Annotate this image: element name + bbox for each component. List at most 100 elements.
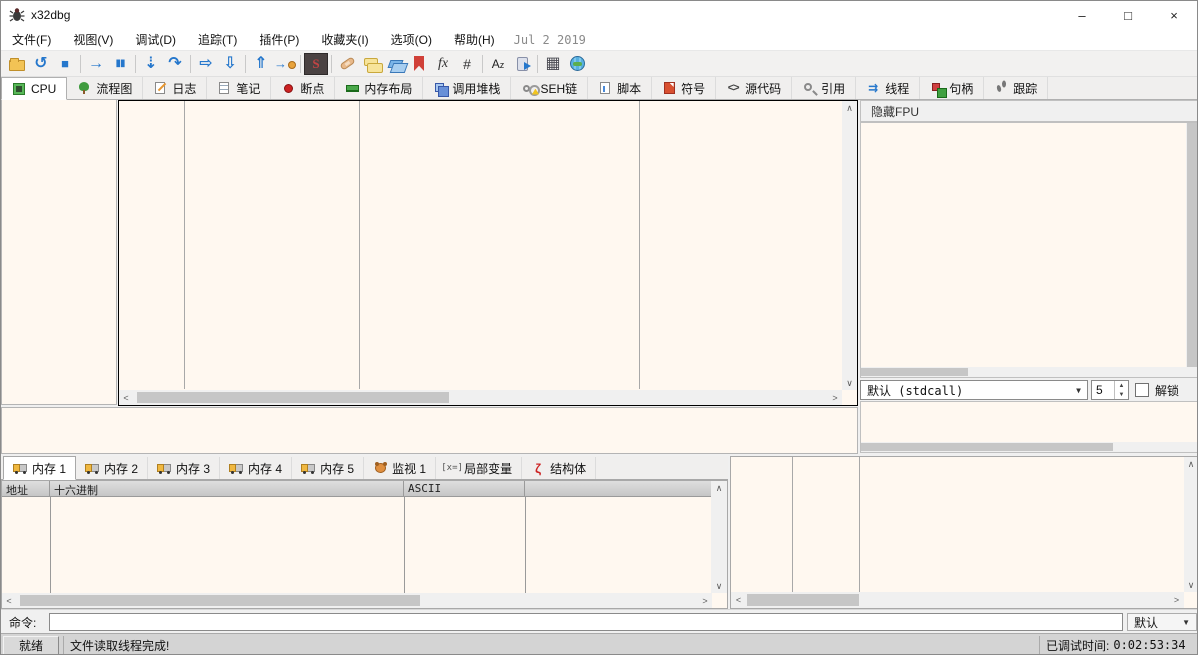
run-to-user-code-button[interactable]: →	[273, 53, 297, 75]
menu-help[interactable]: 帮助(H)	[443, 29, 506, 51]
memory-dump-view[interactable]: 地址 十六进制 ASCII ∧ ∨ < >	[1, 480, 728, 609]
stack-vertical-scrollbar[interactable]: ∧ ∨	[1184, 457, 1198, 592]
tab-dump-2[interactable]: 内存 2	[76, 457, 148, 479]
stop-button[interactable]: ■	[53, 53, 77, 75]
bookmarks-button[interactable]	[407, 53, 431, 75]
scylla-button[interactable]: S	[304, 53, 328, 75]
command-input[interactable]	[49, 613, 1123, 631]
arguments-horizontal-scrollbar[interactable]	[861, 442, 1198, 452]
column-divider[interactable]	[404, 497, 405, 593]
menu-file[interactable]: 文件(F)	[1, 29, 62, 51]
tab-seh[interactable]: SEH链	[511, 77, 588, 99]
tab-handles[interactable]: 句柄	[920, 77, 984, 99]
spin-down-button[interactable]: ▼	[1115, 390, 1128, 399]
column-divider[interactable]	[859, 457, 860, 592]
scroll-down-button[interactable]: ∨	[1184, 578, 1198, 592]
menu-favourites[interactable]: 收藏夹(I)	[310, 29, 379, 51]
tab-locals[interactable]: [x=]局部变量	[436, 457, 522, 479]
registers-view[interactable]	[860, 122, 1198, 378]
stack-view[interactable]: ∧ ∨ < >	[730, 456, 1198, 609]
crc-hash-button[interactable]: #	[455, 53, 479, 75]
tab-call-stack[interactable]: 调用堆栈	[423, 77, 511, 99]
menu-debug[interactable]: 调试(D)	[124, 29, 187, 51]
open-file-button[interactable]	[5, 53, 29, 75]
calculator-button[interactable]: ▦	[541, 53, 565, 75]
scroll-left-button[interactable]: <	[2, 593, 16, 608]
scroll-down-button[interactable]: ∨	[842, 376, 857, 390]
functions-button[interactable]: fx	[431, 53, 455, 75]
strings-button[interactable]: Az	[486, 53, 510, 75]
hide-fpu-button[interactable]: 隐藏FPU	[860, 100, 1198, 122]
close-button[interactable]: ×	[1151, 1, 1197, 29]
disasm-vertical-scrollbar[interactable]: ∧ ∨	[842, 101, 857, 390]
scrollbar-thumb[interactable]	[861, 368, 968, 376]
restart-button[interactable]: ↺	[29, 53, 53, 75]
column-divider[interactable]	[792, 457, 793, 592]
scrollbar-thumb[interactable]	[747, 594, 859, 606]
tab-trace[interactable]: 跟踪	[984, 77, 1048, 99]
column-divider[interactable]	[359, 101, 360, 389]
tab-breakpoints[interactable]: 断点	[271, 77, 335, 99]
scrollbar-thumb[interactable]	[137, 392, 449, 403]
column-divider[interactable]	[184, 101, 185, 389]
run-till-return-button[interactable]: ⇑	[249, 53, 273, 75]
menu-view[interactable]: 视图(V)	[62, 29, 124, 51]
tab-log[interactable]: 日志	[143, 77, 207, 99]
step-down-button[interactable]: ⇩	[218, 53, 242, 75]
column-divider[interactable]	[525, 497, 526, 593]
scroll-left-button[interactable]: <	[731, 592, 746, 608]
column-divider[interactable]	[639, 101, 640, 389]
calling-convention-select[interactable]: 默认 (stdcall) ▼	[860, 380, 1088, 400]
tab-notes[interactable]: 笔记	[207, 77, 271, 99]
tab-references[interactable]: 引用	[792, 77, 856, 99]
tab-dump-3[interactable]: 内存 3	[148, 457, 220, 479]
tab-script[interactable]: 脚本	[588, 77, 652, 99]
column-header-empty[interactable]	[525, 481, 712, 497]
arguments-view[interactable]	[860, 401, 1198, 453]
disasm-horizontal-scrollbar[interactable]: < >	[119, 390, 842, 405]
patches-button[interactable]	[335, 53, 359, 75]
modules-button[interactable]	[510, 53, 534, 75]
tab-source[interactable]: <>源代码	[716, 77, 792, 99]
spin-up-button[interactable]: ▲	[1115, 381, 1128, 390]
tab-graph[interactable]: 流程图	[67, 77, 143, 99]
dump-vertical-scrollbar[interactable]: ∧ ∨	[711, 481, 727, 593]
scrollbar-thumb[interactable]	[1187, 123, 1197, 367]
argument-depth-spinner[interactable]: 5 ▲ ▼	[1091, 380, 1129, 400]
tab-struct[interactable]: ζ结构体	[522, 457, 596, 479]
scroll-right-button[interactable]: >	[698, 593, 712, 608]
command-profile-select[interactable]: 默认 ▼	[1127, 613, 1197, 631]
scroll-up-button[interactable]: ∧	[711, 481, 727, 495]
labels-button[interactable]	[383, 53, 407, 75]
comments-button[interactable]	[359, 53, 383, 75]
tab-memory-map[interactable]: 内存布局	[335, 77, 423, 99]
registers-vertical-scrollbar[interactable]	[1186, 123, 1198, 367]
tab-cpu[interactable]: CPU	[1, 77, 67, 100]
execute-till-return-button[interactable]: ⇨	[194, 53, 218, 75]
column-header-hex[interactable]: 十六进制	[50, 481, 404, 497]
disassembly-view[interactable]: ∧ ∨ < >	[118, 100, 858, 406]
column-header-address[interactable]: 地址	[2, 481, 50, 497]
step-into-button[interactable]: ⇣	[139, 53, 163, 75]
scroll-right-button[interactable]: >	[828, 390, 842, 405]
tab-dump-4[interactable]: 内存 4	[220, 457, 292, 479]
tab-dump-5[interactable]: 内存 5	[292, 457, 364, 479]
run-button[interactable]: →	[84, 53, 108, 75]
column-divider[interactable]	[50, 497, 51, 593]
unlock-checkbox[interactable]	[1135, 383, 1149, 397]
step-over-button[interactable]: ↷	[163, 53, 187, 75]
registers-horizontal-scrollbar[interactable]	[861, 367, 1198, 377]
menu-plugins[interactable]: 插件(P)	[248, 29, 310, 51]
tab-dump-1[interactable]: 内存 1	[3, 456, 76, 480]
scroll-up-button[interactable]: ∧	[1184, 457, 1198, 471]
menu-options[interactable]: 选项(O)	[380, 29, 443, 51]
tab-threads[interactable]: ⇉线程	[856, 77, 920, 99]
stack-horizontal-scrollbar[interactable]: < >	[731, 592, 1184, 608]
scrollbar-thumb[interactable]	[20, 595, 420, 606]
disassembly-sidebar[interactable]	[1, 100, 117, 405]
tab-watch-1[interactable]: 监视 1	[364, 457, 436, 479]
scroll-right-button[interactable]: >	[1169, 592, 1184, 608]
scroll-left-button[interactable]: <	[119, 390, 133, 405]
scrollbar-thumb[interactable]	[861, 443, 1113, 451]
scroll-up-button[interactable]: ∧	[842, 101, 857, 115]
